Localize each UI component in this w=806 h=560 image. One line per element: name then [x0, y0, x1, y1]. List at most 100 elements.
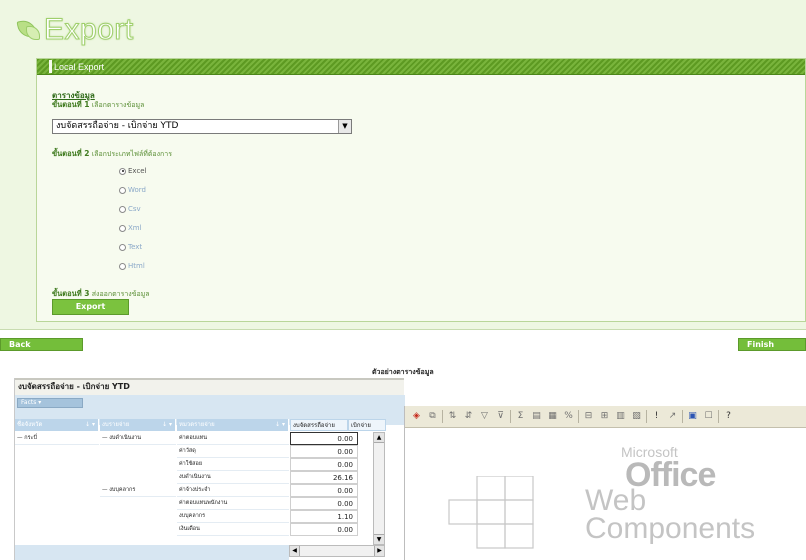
radio-icon[interactable] — [119, 262, 126, 270]
export-button[interactable]: Export — [52, 299, 129, 315]
chevron-down-icon[interactable]: ▼ — [338, 120, 351, 133]
export-excel-icon[interactable]: ↗ — [666, 410, 679, 423]
sort-arrow-icon[interactable]: ↓ ▾ — [275, 419, 285, 431]
sort-arrow-icon[interactable]: ↓ ▾ — [85, 419, 95, 431]
sort-ascending-icon[interactable]: ⇅ — [446, 410, 459, 423]
toolbar-separator — [578, 410, 579, 423]
scroll-left-icon[interactable]: ◀ — [290, 546, 300, 556]
value-cell[interactable]: 0.00 — [290, 497, 358, 510]
row-category[interactable]: เงินเดือน — [177, 523, 289, 536]
owc-grid-icon — [448, 476, 534, 549]
radio-icon[interactable] — [119, 243, 126, 251]
sort-arrow-icon[interactable]: ↓ ▾ — [162, 419, 172, 431]
row-budget[interactable]: — งบบุคลากร — [100, 484, 176, 497]
row-category[interactable]: งบดำเนินงาน — [177, 471, 289, 484]
preview-title: ตัวอย่างตารางข้อมูล — [372, 368, 434, 376]
show-details-icon[interactable]: ▧ — [630, 410, 643, 423]
calc-field-icon[interactable]: ▦ — [546, 410, 559, 423]
row-budget[interactable]: — งบดำเนินงาน — [100, 432, 176, 445]
scroll-right-icon[interactable]: ▶ — [374, 546, 384, 556]
format-label: Html — [128, 262, 145, 270]
value-cell[interactable]: 26.16 — [290, 471, 358, 484]
cell-text: งบบุคลากร — [109, 487, 136, 493]
header-allocated[interactable]: งบจัดสรรถือจ่าย — [290, 419, 348, 431]
value-cell[interactable]: 0.00 — [290, 523, 358, 536]
step2-prefix: ขั้นตอนที่ 2 — [52, 149, 90, 158]
toolbar-separator — [682, 410, 683, 423]
row-category[interactable]: ค่าตอบแทน — [177, 432, 289, 445]
facts-field-chip[interactable]: Facts ▾ — [17, 398, 83, 408]
row-province[interactable]: — กระบี่ — [15, 432, 99, 445]
header-label: ชื่อจังหวัด — [17, 421, 43, 428]
owc-toolbar: ◈ ⧉ ⇅ ⇵ ▽ ⊽ Σ ▤ ▦ % ⊟ ⊞ ▥ ▧ ! ↗ ▣ ☐ ? — [405, 406, 806, 428]
scroll-down-icon[interactable]: ▼ — [374, 534, 384, 544]
row-category[interactable]: งบบุคลากร — [177, 510, 289, 523]
percent-icon[interactable]: % — [562, 410, 575, 423]
table-select[interactable]: งบจัดสรรถือจ่าย - เบิกจ่าย YTD ▼ — [52, 119, 352, 134]
scroll-up-icon[interactable]: ▲ — [374, 433, 384, 443]
section-title: Local Export — [54, 62, 105, 72]
refresh-icon[interactable]: ! — [650, 410, 663, 423]
row-category[interactable]: ค่าใช้สอย — [177, 458, 289, 471]
horizontal-scrollbar[interactable]: ◀ ▶ — [289, 545, 385, 557]
toolbar-separator — [442, 410, 443, 423]
sort-descending-icon[interactable]: ⇵ — [462, 410, 475, 423]
section-bar: Local Export — [37, 59, 805, 75]
format-label: Excel — [128, 167, 147, 175]
copy-icon[interactable]: ⧉ — [426, 410, 439, 423]
pivot-title: งบจัดสรรถือจ่าย - เบิกจ่าย YTD — [15, 378, 404, 395]
autofilter-icon[interactable]: ▽ — [478, 410, 491, 423]
properties-icon[interactable]: ☐ — [702, 410, 715, 423]
value-cell[interactable]: 0.00 — [290, 484, 358, 497]
finish-button[interactable]: Finish — [738, 338, 806, 351]
table-select-value: งบจัดสรรถือจ่าย - เบิกจ่าย YTD — [56, 121, 179, 131]
header-disbursed[interactable]: เบิกจ่าย — [348, 419, 386, 431]
format-radio-html[interactable]: Html — [119, 262, 145, 270]
help-icon[interactable]: ? — [722, 410, 735, 423]
header-budget[interactable]: งบรายจ่าย ↓ ▾ — [100, 419, 176, 431]
subtotal-icon[interactable]: ▤ — [530, 410, 543, 423]
step1-text: เลือกตารางข้อมูล — [91, 101, 145, 109]
row-category[interactable]: ค่าวัสดุ — [177, 445, 289, 458]
header-label: งบรายจ่าย — [102, 421, 130, 428]
cell-text: งบดำเนินงาน — [109, 435, 142, 441]
value-cell[interactable]: 0.00 — [290, 445, 358, 458]
radio-icon[interactable] — [119, 224, 126, 232]
format-radio-excel[interactable]: Excel — [119, 167, 147, 175]
toolbar-separator — [510, 410, 511, 423]
leaf-icon — [16, 18, 42, 42]
row-category[interactable]: ค่าตอบแทนพนักงาน — [177, 497, 289, 510]
format-radio-word[interactable]: Word — [119, 186, 146, 194]
office-logo-icon[interactable]: ◈ — [410, 410, 423, 423]
format-label: Xml — [128, 224, 142, 232]
components-label: Components — [585, 512, 756, 545]
vertical-scrollbar[interactable]: ▲ ▼ — [373, 432, 385, 545]
autosum-icon[interactable]: Σ — [514, 410, 527, 423]
owc-logo: Microsoft Office Web Components — [433, 436, 806, 560]
row-category[interactable]: ค่าจ้างประจำ — [177, 484, 289, 497]
header-province[interactable]: ชื่อจังหวัด ↓ ▾ — [15, 419, 99, 431]
pivot-table[interactable]: งบจัดสรรถือจ่าย - เบิกจ่าย YTD Facts ▾ ช… — [14, 378, 405, 560]
format-radio-text[interactable]: Text — [119, 243, 142, 251]
format-radio-xml[interactable]: Xml — [119, 224, 142, 232]
page-title: Export — [44, 13, 134, 46]
cell-text: กระบี่ — [24, 435, 37, 441]
value-cell[interactable]: 0.00 — [290, 458, 358, 471]
radio-checked-icon[interactable] — [119, 167, 126, 175]
radio-icon[interactable] — [119, 186, 126, 194]
step1-label: ขั้นตอนที่ 1 เลือกตารางข้อมูล — [52, 99, 144, 111]
header-category[interactable]: หมวดรายจ่าย ↓ ▾ — [177, 419, 289, 431]
facts-label: Facts — [21, 399, 37, 406]
hide-details-icon[interactable]: ▥ — [614, 410, 627, 423]
back-button[interactable]: Back — [0, 338, 83, 351]
value-cell[interactable]: 1.10 — [290, 510, 358, 523]
expand-icon[interactable]: ⊞ — [598, 410, 611, 423]
local-export-box: Local Export ตารางข้อมูล ขั้นตอนที่ 1 เล… — [36, 58, 806, 322]
office-web-components: ◈ ⧉ ⇅ ⇵ ▽ ⊽ Σ ▤ ▦ % ⊟ ⊞ ▥ ▧ ! ↗ ▣ ☐ ? Mi… — [404, 406, 806, 560]
collapse-icon[interactable]: ⊟ — [582, 410, 595, 423]
filter-icon[interactable]: ⊽ — [494, 410, 507, 423]
value-cell[interactable]: 0.00 — [290, 432, 358, 445]
radio-icon[interactable] — [119, 205, 126, 213]
format-radio-csv[interactable]: Csv — [119, 205, 141, 213]
field-list-icon[interactable]: ▣ — [686, 410, 699, 423]
